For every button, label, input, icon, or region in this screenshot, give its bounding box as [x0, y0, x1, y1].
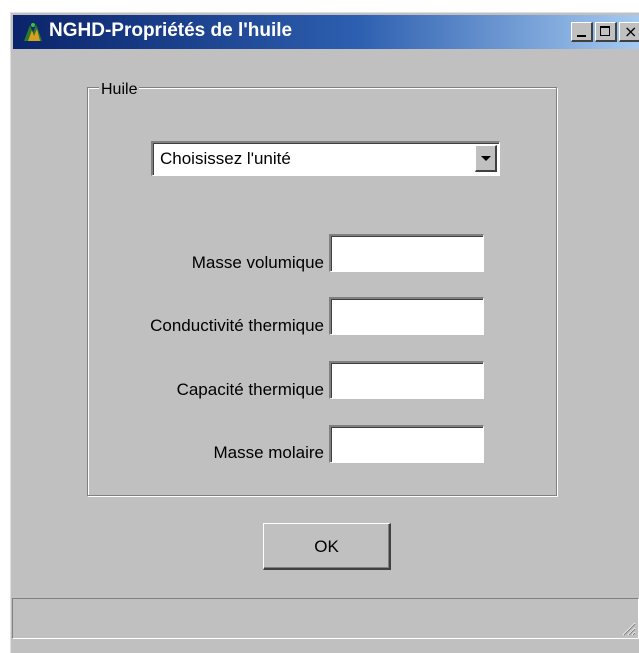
density-label: Masse volumique [191, 253, 324, 272]
minimize-button[interactable] [571, 22, 593, 42]
resize-grip-icon[interactable] [618, 618, 636, 636]
molar-mass-label: Masse molaire [213, 443, 324, 462]
dropdown-arrow-icon [481, 156, 491, 161]
app-icon [24, 23, 42, 41]
dropdown-button[interactable] [475, 145, 497, 172]
close-icon: × [624, 22, 638, 41]
ok-button-label: OK [314, 537, 339, 556]
molar-mass-field[interactable] [329, 425, 484, 463]
groupbox-legend: Huile [99, 81, 140, 99]
density-field[interactable] [329, 234, 484, 272]
ok-button[interactable]: OK [263, 523, 391, 570]
maximize-button[interactable] [595, 22, 617, 42]
title-bar[interactable]: NGHD-Propriétés de l'huile × [13, 15, 639, 49]
heat-capacity-field[interactable] [329, 361, 484, 399]
heat-capacity-label: Capacité thermique [176, 380, 324, 399]
thermal-conductivity-label: Conductivité thermique [150, 316, 324, 335]
minimize-icon [577, 35, 586, 37]
thermal-conductivity-field[interactable] [329, 297, 484, 335]
unit-select[interactable]: Choisissez l'unité [151, 141, 500, 176]
maximize-icon [600, 26, 610, 36]
close-button[interactable]: × [619, 22, 639, 42]
status-bar [12, 598, 639, 639]
unit-select-value: Choisissez l'unité [160, 149, 291, 168]
window-title: NGHD-Propriétés de l'huile [49, 20, 293, 41]
